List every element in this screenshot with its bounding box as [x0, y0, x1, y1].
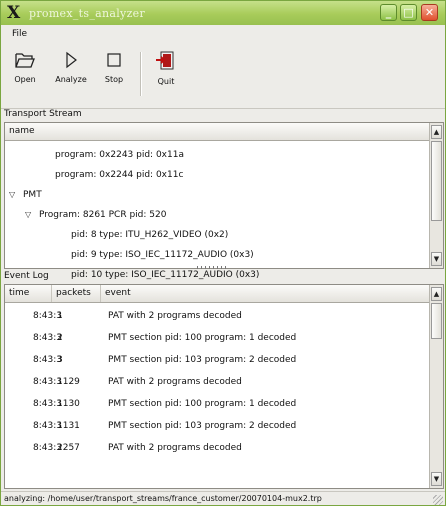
table-row[interactable]: 8:43:3 1130 PMT section pid: 100 program: … [5, 394, 430, 414]
toolbar-separator [140, 52, 142, 96]
expander-arrow-icon[interactable]: ▽ [9, 185, 19, 205]
window-title: promex_ts_analyzer [29, 7, 146, 20]
stop-label: Stop [104, 75, 124, 84]
scroll-up-icon[interactable]: ▲ [431, 125, 442, 139]
tree-row-label: program: 0x2244 pid: 0x11c [55, 170, 184, 180]
event-log-label: Event Log [4, 271, 51, 281]
folder-open-icon [15, 53, 35, 68]
open-label: Open [14, 75, 36, 84]
transport-stream-tree[interactable]: name program: 0x2243 pid: 0x11a program: … [4, 122, 444, 280]
table-row[interactable]: 8:43:3 3 PMT section pid: 103 program: 2 d… [5, 350, 430, 370]
table-row[interactable]: 8:43:3 2 PMT section pid: 100 program: 1 d… [5, 328, 430, 348]
tree-scrollbar[interactable]: ▲ ▼ [429, 123, 443, 268]
transport-stream-label: Transport Stream [4, 109, 84, 119]
status-bar: analyzing: /home/user/transport_streams/… [1, 491, 445, 505]
column-packets[interactable]: packets [52, 285, 101, 302]
analyze-button[interactable]: Analyze [50, 46, 92, 100]
tree-row[interactable]: program: 0x2243 pid: 0x11a [41, 145, 184, 165]
cell-packets: 1129 [57, 377, 80, 387]
scroll-down-icon[interactable]: ▼ [431, 252, 442, 266]
minimize-icon: _ [385, 6, 392, 19]
maximize-icon: □ [403, 6, 414, 19]
menu-file[interactable]: File [12, 29, 27, 39]
tree-column-header: name [5, 123, 430, 141]
menu-bar: File [1, 25, 445, 44]
cell-packets: 3 [57, 355, 63, 365]
cell-packets: 2257 [57, 443, 80, 453]
column-event[interactable]: event [101, 285, 430, 302]
column-time[interactable]: time [5, 285, 52, 302]
scroll-thumb[interactable] [431, 303, 442, 339]
quit-button[interactable]: Quit [147, 46, 185, 100]
scroll-down-icon[interactable]: ▼ [431, 472, 442, 486]
event-log-table[interactable]: time packets event 8:43:3 1 PAT with 2 pro… [4, 284, 444, 489]
tree-row[interactable]: program: 0x2244 pid: 0x11c [41, 165, 183, 185]
cell-event: PMT section pid: 100 program: 1 decoded [108, 399, 297, 409]
cell-event: PMT section pid: 103 program: 2 decoded [108, 355, 297, 365]
tree-row[interactable]: pid: 10 type: ISO_IEC_11172_AUDIO (0x3) [57, 265, 259, 285]
stop-icon [107, 53, 121, 67]
tree-row-label: PMT [23, 190, 42, 200]
cell-event: PAT with 2 programs decoded [108, 377, 242, 387]
table-row[interactable]: 8:43:3 1 PAT with 2 programs decoded [5, 306, 430, 326]
tree-row[interactable]: pid: 9 type: ISO_IEC_11172_AUDIO (0x3) [57, 245, 254, 265]
cell-event: PMT section pid: 103 program: 2 decoded [108, 421, 297, 431]
cell-packets: 1130 [57, 399, 80, 409]
app-window: X promex_ts_analyzer _ □ ✕ File Open Ana… [0, 0, 446, 506]
column-name[interactable]: name [5, 123, 430, 140]
status-text: analyzing: /home/user/transport_streams/… [4, 494, 322, 503]
tree-row-label: program: 0x2243 pid: 0x11a [55, 150, 184, 160]
tree-row[interactable]: ▽ Program: 8261 PCR pid: 520 [25, 205, 166, 225]
maximize-button[interactable]: □ [400, 4, 417, 21]
minimize-button[interactable]: _ [380, 4, 397, 21]
cell-packets: 2 [57, 333, 63, 343]
quit-label: Quit [157, 77, 175, 86]
tree-row-label: pid: 10 type: ISO_IEC_11172_AUDIO (0x3) [71, 270, 260, 280]
expander-arrow-icon[interactable]: ▽ [25, 205, 35, 225]
scroll-thumb[interactable] [431, 141, 442, 221]
scroll-up-icon[interactable]: ▲ [431, 287, 442, 301]
event-log-scrollbar[interactable]: ▲ ▼ [429, 285, 443, 488]
toolbar: Open Analyze Stop Quit [1, 44, 445, 109]
title-bar[interactable]: X promex_ts_analyzer _ □ ✕ [1, 1, 445, 26]
event-log-header: time packets event [5, 285, 430, 303]
cell-event: PAT with 2 programs decoded [108, 311, 242, 321]
cell-packets: 1131 [57, 421, 80, 431]
table-row[interactable]: 8:43:3 2257 PAT with 2 programs decoded [5, 438, 430, 458]
cell-event: PAT with 2 programs decoded [108, 443, 242, 453]
x-logo-icon: X [7, 3, 21, 23]
close-icon: ✕ [424, 6, 435, 19]
open-button[interactable]: Open [5, 46, 45, 100]
resize-grip-icon[interactable] [433, 495, 443, 505]
tree-row[interactable]: ▽ PMT [9, 185, 42, 205]
cell-event: PMT section pid: 100 program: 1 decoded [108, 333, 297, 343]
pane-splitter-handle[interactable] [197, 266, 227, 269]
stop-button[interactable]: Stop [95, 46, 133, 100]
cell-packets: 1 [57, 311, 63, 321]
tree-row-label: Program: 8261 PCR pid: 520 [39, 210, 167, 220]
close-button[interactable]: ✕ [421, 4, 438, 21]
table-row[interactable]: 8:43:3 1131 PMT section pid: 103 program: … [5, 416, 430, 436]
tree-row[interactable]: pid: 8 type: ITU_H262_VIDEO (0x2) [57, 225, 228, 245]
analyze-label: Analyze [55, 75, 87, 84]
tree-row-label: pid: 8 type: ITU_H262_VIDEO (0x2) [71, 230, 229, 240]
table-row[interactable]: 8:43:3 1129 PAT with 2 programs decoded [5, 372, 430, 392]
play-icon [66, 51, 77, 69]
exit-door-icon [156, 51, 174, 70]
tree-row-label: pid: 9 type: ISO_IEC_11172_AUDIO (0x3) [71, 250, 254, 260]
